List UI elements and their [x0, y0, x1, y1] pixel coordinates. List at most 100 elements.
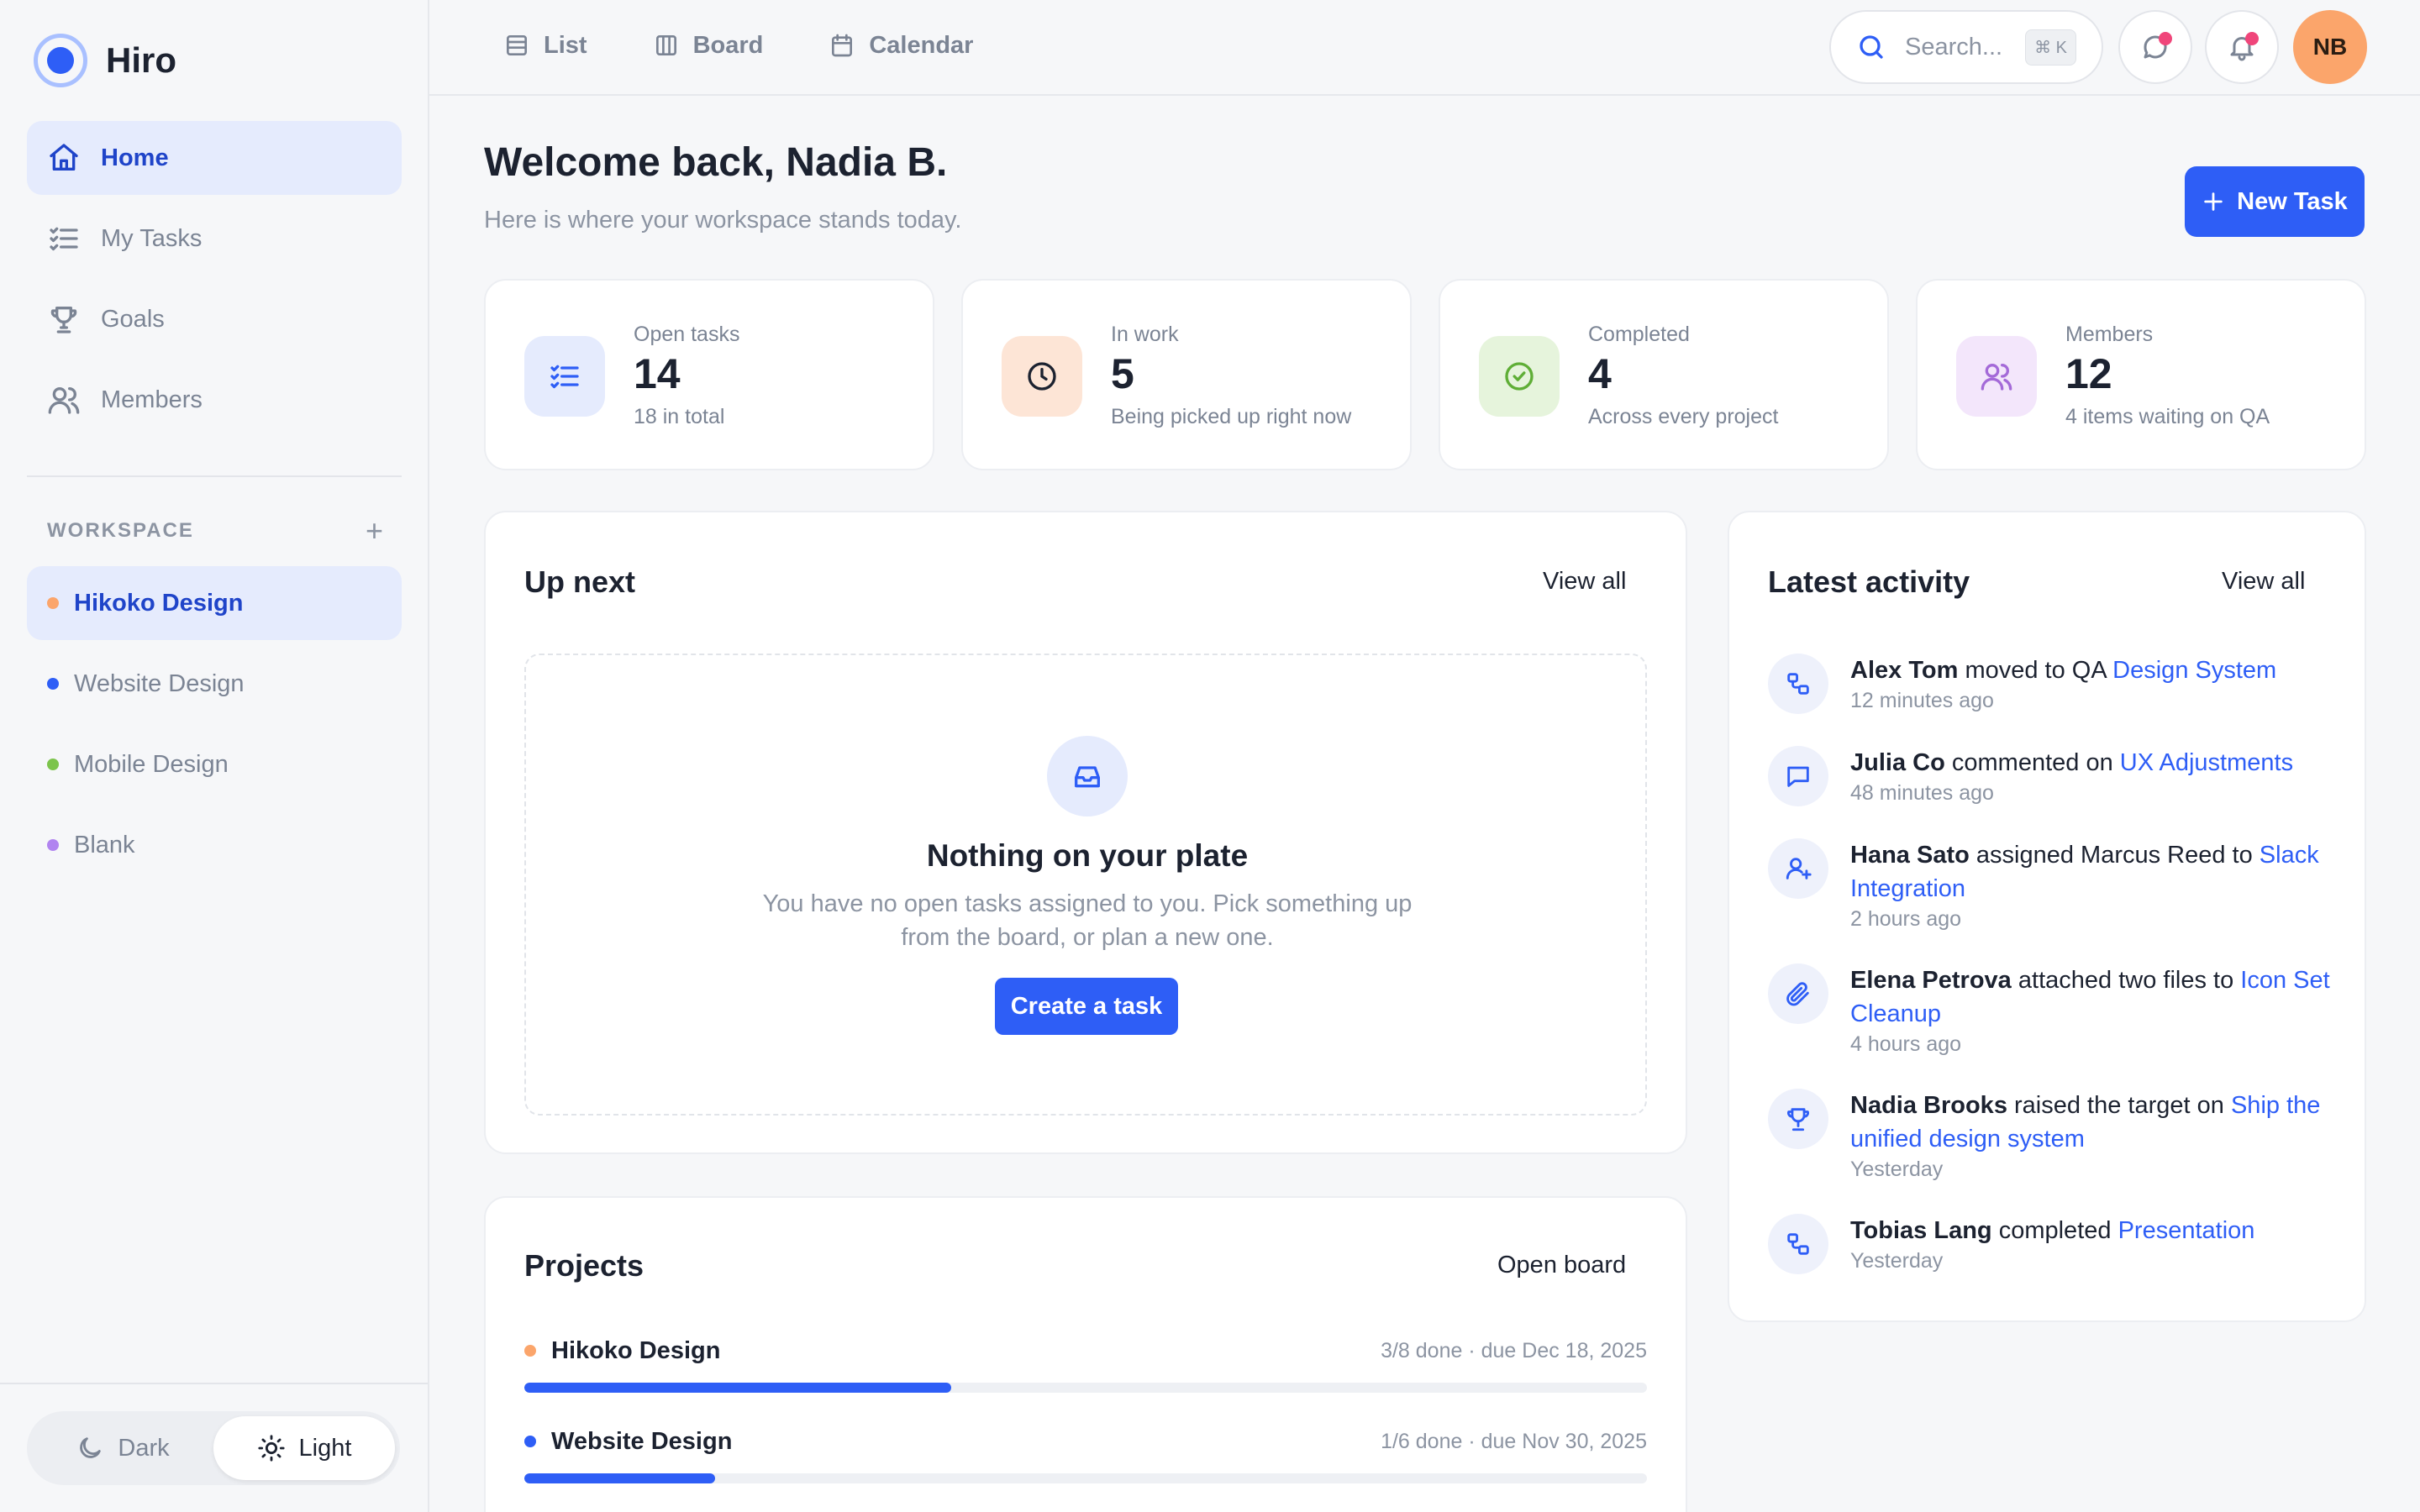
activity-actor: Julia Co [1850, 749, 1945, 776]
notifications-button[interactable] [2205, 10, 2279, 84]
up-next-panel: Up next View all Nothing on your plate Y… [484, 511, 1687, 1154]
flow-icon [1768, 654, 1828, 714]
stat-sub: Across every project [1588, 405, 1779, 428]
stat-card-open-tasks: Open tasks 14 18 in total [484, 279, 934, 470]
clock-icon [1002, 336, 1082, 417]
project-row[interactable]: Hikoko Design 3/8 done · due Dec 18, 202… [524, 1334, 1647, 1393]
open-board-link[interactable]: Open board [1497, 1252, 1626, 1279]
nav-item-label: My Tasks [101, 224, 203, 252]
tab-label: Calendar [869, 31, 974, 59]
project-name: Hikoko Design [551, 1336, 721, 1364]
user-avatar[interactable]: NB [2293, 10, 2367, 84]
stat-card-in-work: In work 5 Being picked up right now [961, 279, 1412, 470]
inbox-icon [1047, 736, 1128, 816]
paperclip-icon [1768, 963, 1828, 1024]
activity-item: Julia Co commented on UX Adjustments 48 … [1768, 746, 2339, 806]
workspace-item-label: Blank [74, 831, 135, 858]
up-next-view-all-link[interactable]: View all [1543, 568, 1626, 596]
theme-dark-button[interactable]: Dark [32, 1416, 213, 1480]
tab-board[interactable]: Board [653, 25, 764, 66]
empty-state: Nothing on your plate You have no open t… [524, 654, 1647, 1116]
project-row[interactable]: Website Design 1/6 done · due Nov 30, 20… [524, 1425, 1647, 1483]
stat-value: 5 [1111, 350, 1134, 397]
messages-button[interactable] [2118, 10, 2192, 84]
nav-item-members[interactable]: Members [27, 363, 402, 437]
add-workspace-button[interactable]: + [366, 516, 383, 546]
new-task-button[interactable]: New Task [2185, 166, 2365, 237]
members-icon [48, 387, 80, 414]
color-dot-icon [524, 1345, 536, 1357]
user-plus-icon [1768, 838, 1828, 899]
activity-actor: Nadia Brooks [1850, 1092, 2007, 1119]
brand[interactable]: Hiro [34, 34, 176, 87]
flow-icon [1768, 1214, 1828, 1274]
nav-item-label: Goals [101, 305, 165, 333]
logo-icon [34, 34, 87, 87]
tab-list[interactable]: List [503, 25, 587, 66]
nav-item-goals[interactable]: Goals [27, 282, 402, 356]
workspace-item-hikoko-design[interactable]: Hikoko Design [27, 566, 402, 640]
search-icon [1860, 35, 1883, 59]
activity-time: 48 minutes ago [1850, 781, 1994, 805]
project-progress-fill [524, 1473, 716, 1483]
activity-actor: Elena Petrova [1850, 967, 2012, 994]
home-icon [50, 144, 78, 171]
project-name: Website Design [551, 1427, 733, 1455]
color-dot-icon [47, 839, 59, 851]
search-input[interactable]: Search... [1905, 34, 2007, 61]
workspace-item-mobile-design[interactable]: Mobile Design [27, 727, 402, 801]
stat-value: 4 [1588, 350, 1612, 397]
new-task-label: New Task [2237, 187, 2348, 215]
tab-label: List [544, 31, 587, 59]
sidebar-divider [27, 475, 402, 477]
workspace-list: Hikoko Design Website Design Mobile Desi… [27, 566, 402, 889]
activity-item: Elena Petrova attached two files to Icon… [1768, 963, 2339, 1057]
theme-toggle: Dark Light [27, 1411, 400, 1485]
up-next-title: Up next [524, 564, 636, 599]
activity-target-link[interactable]: Presentation [2118, 1217, 2255, 1244]
activity-actor: Tobias Lang [1850, 1217, 1992, 1244]
projects-title: Projects [524, 1248, 644, 1283]
search-bar[interactable]: Search... ⌘ K [1829, 10, 2103, 84]
workspace-label: WORKSPACE [47, 519, 194, 542]
nav-item-my-tasks[interactable]: My Tasks [27, 202, 402, 276]
stat-value: 14 [634, 350, 681, 397]
activity-actor: Hana Sato [1850, 842, 1970, 869]
sidebar: Hiro Home My Tasks Goals Members WORKSPA… [0, 0, 429, 1512]
color-dot-icon [524, 1436, 536, 1447]
nav-item-label: Members [101, 386, 203, 413]
activity-action: commented on [1951, 749, 2113, 776]
theme-light-button[interactable]: Light [213, 1416, 395, 1480]
stat-sub: Being picked up right now [1111, 405, 1352, 428]
workspace-item-website-design[interactable]: Website Design [27, 647, 402, 721]
empty-state-title: Nothing on your plate [926, 838, 1249, 873]
activity-view-all-link[interactable]: View all [2222, 568, 2305, 596]
tab-label: Board [692, 31, 764, 59]
stat-sub: 4 items waiting on QA [2065, 405, 2270, 428]
activity-action: moved to QA [1965, 657, 2107, 684]
create-task-button[interactable]: Create a task [995, 978, 1178, 1035]
nav-item-home[interactable]: Home [27, 121, 402, 195]
activity-item: Nadia Brooks raised the target on Ship t… [1768, 1089, 2339, 1182]
page-subtitle: Here is where your workspace stands toda… [484, 207, 962, 234]
project-meta: 1/6 done · due Nov 30, 2025 [1381, 1429, 1647, 1453]
color-dot-icon [47, 678, 59, 690]
tab-calendar[interactable]: Calendar [829, 25, 973, 66]
project-progress-bar [524, 1473, 1647, 1483]
brand-name: Hiro [106, 40, 176, 80]
workspace-item-blank[interactable]: Blank [27, 808, 402, 882]
workspace-item-label: Mobile Design [74, 750, 229, 778]
trophy-icon [1768, 1089, 1828, 1149]
moon-icon [80, 1437, 102, 1458]
activity-target-link[interactable]: Design System [2112, 657, 2276, 684]
stat-label: Completed [1588, 323, 1690, 346]
activity-time: 12 minutes ago [1850, 689, 1994, 712]
stat-card-members: Members 12 4 items waiting on QA [1916, 279, 2366, 470]
activity-panel: Latest activity View all Alex Tom moved … [1728, 511, 2366, 1322]
activity-target-link[interactable]: UX Adjustments [2120, 749, 2293, 776]
tasks-icon [524, 336, 605, 417]
activity-time: Yesterday [1850, 1249, 1944, 1273]
comment-icon [1768, 746, 1828, 806]
main-nav: Home My Tasks Goals Members [27, 121, 402, 444]
project-progress-fill [524, 1383, 951, 1393]
